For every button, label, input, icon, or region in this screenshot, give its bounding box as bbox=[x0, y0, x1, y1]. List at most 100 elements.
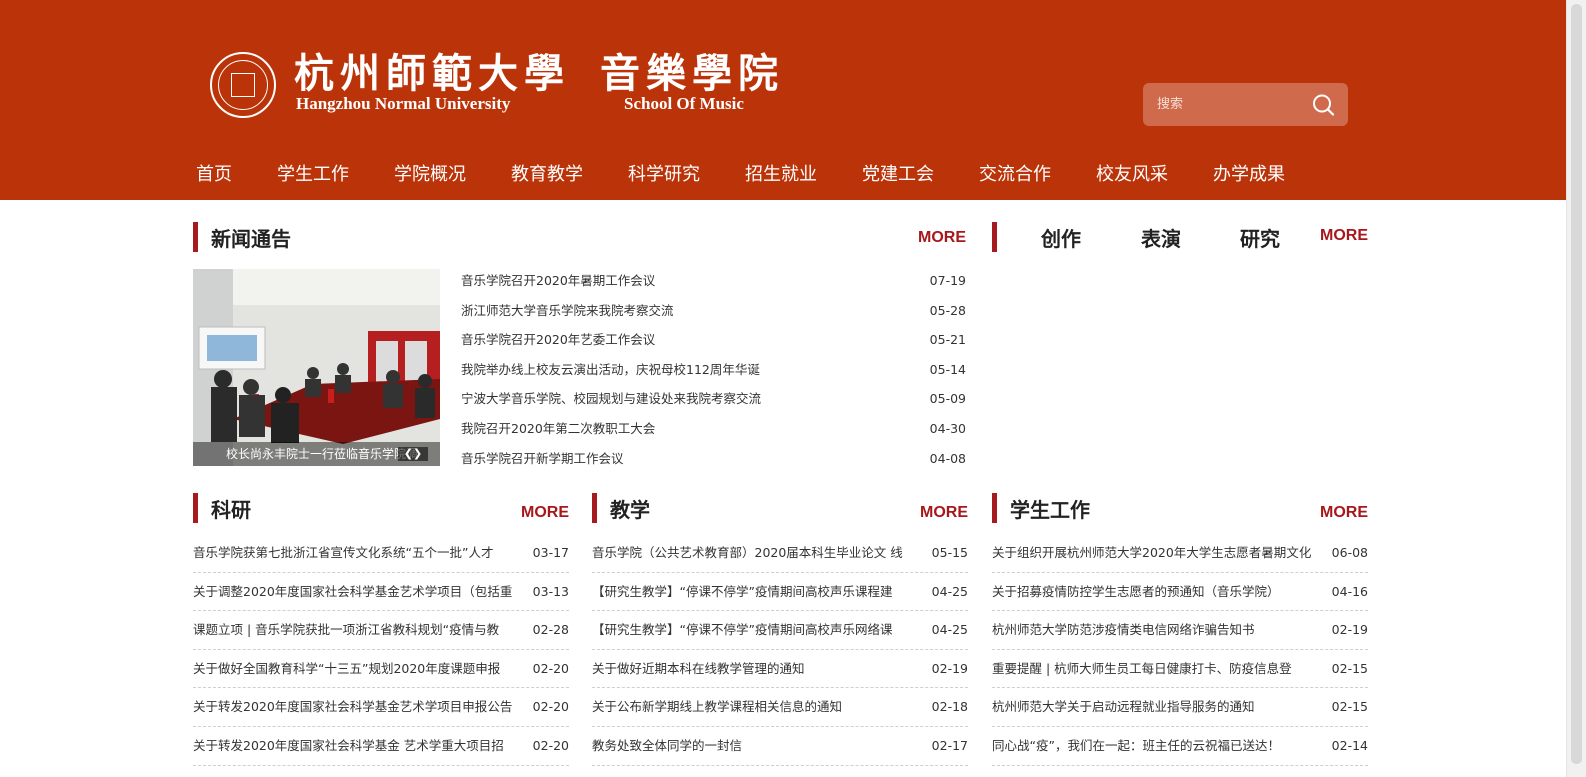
logo-school-en: School Of Music bbox=[624, 94, 744, 113]
student-work-item-date: 04-16 bbox=[1331, 583, 1368, 599]
list-item[interactable]: 音乐学院获第七批浙江省宣传文化系统“五个一批”人才 03-17 bbox=[193, 534, 569, 573]
section-marker bbox=[992, 222, 997, 252]
student-work-item-date: 02-14 bbox=[1331, 737, 1368, 753]
tab-performance[interactable]: 表演 bbox=[1141, 223, 1181, 252]
teaching-more-link[interactable]: MORE bbox=[920, 504, 968, 522]
page-scrollbar[interactable] bbox=[1566, 0, 1586, 777]
list-item[interactable]: 关于做好近期本科在线教学管理的通知 02-19 bbox=[592, 650, 968, 689]
site-header: 杭州師範大學 音樂學院 Hangzhou Normal University S… bbox=[0, 0, 1566, 200]
tab-research[interactable]: 研究 bbox=[1240, 223, 1280, 252]
teaching-item-title: 【研究生教学】“停课不停学”疫情期间高校声乐课程建 bbox=[592, 583, 893, 599]
nav-research[interactable]: 科学研究 bbox=[628, 160, 700, 192]
slider-arrows[interactable]: ❮❯ bbox=[398, 447, 428, 461]
search-box bbox=[1143, 83, 1348, 126]
research-item-date: 03-17 bbox=[532, 545, 569, 560]
logo-university-en: Hangzhou Normal University bbox=[296, 94, 511, 113]
nav-achievements[interactable]: 办学成果 bbox=[1213, 160, 1285, 192]
list-item[interactable]: 关于招募疫情防控学生志愿者的预通知（音乐学院） 04-16 bbox=[992, 573, 1368, 612]
list-item[interactable]: 教务处致全体同学的一封信 02-17 bbox=[592, 727, 968, 766]
list-item[interactable]: 关于做好全国教育科学“十三五”规划2020年度课题申报 02-20 bbox=[193, 650, 569, 689]
section-marker bbox=[193, 493, 198, 523]
list-item[interactable]: 音乐学院召开2020年暑期工作会议 07-19 bbox=[461, 266, 966, 296]
news-item-title: 我院举办线上校友云演出活动，庆祝母校112周年华诞 bbox=[461, 361, 760, 377]
research-item-title: 音乐学院获第七批浙江省宣传文化系统“五个一批”人才 bbox=[193, 545, 494, 560]
student-work-list: 关于组织开展杭州师范大学2020年大学生志愿者暑期文化 06-08 关于招募疫情防… bbox=[992, 534, 1368, 766]
search-button[interactable] bbox=[1311, 93, 1337, 117]
list-item[interactable]: 同心战“疫”，我们在一起：班主任的云祝福已送达！ 02-14 bbox=[992, 727, 1368, 766]
teaching-item-date: 02-18 bbox=[931, 699, 968, 715]
news-section-header: 新闻通告 MORE bbox=[193, 220, 966, 252]
teaching-list: 音乐学院（公共艺术教育部）2020届本科生毕业论文 线 05-15 【研究生教学】… bbox=[592, 534, 968, 766]
nav-home[interactable]: 首页 bbox=[196, 160, 232, 192]
list-item[interactable]: 【研究生教学】“停课不停学”疫情期间高校声乐网络课 04-25 bbox=[592, 611, 968, 650]
student-work-more-link[interactable]: MORE bbox=[1320, 504, 1368, 522]
list-item[interactable]: 音乐学院召开新学期工作会议 04-08 bbox=[461, 444, 966, 474]
list-item[interactable]: 杭州师范大学关于启动远程就业指导服务的通知 02-15 bbox=[992, 688, 1368, 727]
list-item[interactable]: 关于调整2020年度国家社会科学基金艺术学项目（包括重 03-13 bbox=[193, 573, 569, 612]
search-input[interactable] bbox=[1157, 93, 1307, 115]
news-item-title: 浙江师范大学音乐学院来我院考察交流 bbox=[461, 302, 674, 318]
research-item-title: 关于调整2020年度国家社会科学基金艺术学项目（包括重 bbox=[193, 583, 513, 599]
news-item-title: 我院召开2020年第二次教职工大会 bbox=[461, 420, 656, 436]
site-logo[interactable]: 杭州師範大學 音樂學院 Hangzhou Normal University S… bbox=[210, 50, 810, 118]
research-section-header: 科研 MORE bbox=[193, 491, 569, 523]
logo-school-cn: 音樂學院 bbox=[600, 50, 784, 97]
teaching-item-title: 关于公布新学期线上教学课程相关信息的通知 bbox=[592, 699, 843, 715]
list-item[interactable]: 我院举办线上校友云演出活动，庆祝母校112周年华诞 05-14 bbox=[461, 355, 966, 385]
list-item[interactable]: 【研究生教学】“停课不停学”疫情期间高校声乐课程建 04-25 bbox=[592, 573, 968, 612]
tab-creation[interactable]: 创作 bbox=[1041, 223, 1081, 252]
news-photo-slider[interactable]: 校长尚永丰院士一行莅临音乐学院调 ❮❯ bbox=[193, 269, 440, 466]
list-item[interactable]: 宁波大学音乐学院、校园规划与建设处来我院考察交流 05-09 bbox=[461, 384, 966, 414]
nav-party[interactable]: 党建工会 bbox=[862, 160, 934, 192]
research-item-date: 02-28 bbox=[532, 622, 569, 638]
news-item-date: 07-19 bbox=[929, 273, 966, 288]
teaching-item-date: 02-17 bbox=[931, 737, 968, 753]
news-item-title: 宁波大学音乐学院、校园规划与建设处来我院考察交流 bbox=[461, 391, 762, 407]
research-item-date: 03-13 bbox=[532, 583, 569, 599]
student-work-item-date: 02-15 bbox=[1331, 660, 1368, 676]
student-work-item-title: 关于组织开展杭州师范大学2020年大学生志愿者暑期文化 bbox=[992, 545, 1312, 560]
research-item-title: 关于转发2020年度国家社会科学基金艺术学项目申报公告 bbox=[193, 699, 513, 715]
scrollbar-thumb[interactable] bbox=[1571, 4, 1582, 764]
list-item[interactable]: 重要提醒 | 杭师大师生员工每日健康打卡、防疫信息登 02-15 bbox=[992, 650, 1368, 689]
section-marker bbox=[992, 493, 997, 523]
works-more-link[interactable]: MORE bbox=[1320, 227, 1368, 245]
nav-education[interactable]: 教育教学 bbox=[511, 160, 583, 192]
research-item-date: 02-20 bbox=[532, 699, 569, 715]
news-item-date: 04-30 bbox=[929, 420, 966, 436]
nav-alumni[interactable]: 校友风采 bbox=[1096, 160, 1168, 192]
news-more-link[interactable]: MORE bbox=[918, 229, 966, 247]
list-item[interactable]: 关于转发2020年度国家社会科学基金 艺术学重大项目招 02-20 bbox=[193, 727, 569, 766]
list-item[interactable]: 杭州师范大学防范涉疫情类电信网络诈骗告知书 02-19 bbox=[992, 611, 1368, 650]
section-marker bbox=[592, 493, 597, 523]
research-title: 科研 bbox=[211, 498, 251, 522]
news-list: 音乐学院召开2020年暑期工作会议 07-19 浙江师范大学音乐学院来我院考察交流… bbox=[461, 266, 966, 473]
nav-student-work[interactable]: 学生工作 bbox=[277, 160, 349, 192]
list-item[interactable]: 音乐学院召开2020年艺委工作会议 05-21 bbox=[461, 325, 966, 355]
nav-exchange[interactable]: 交流合作 bbox=[979, 160, 1051, 192]
main-nav: 首页 学生工作 学院概况 教育教学 科学研究 招生就业 党建工会 交流合作 校友… bbox=[176, 160, 1310, 192]
list-item[interactable]: 我院召开2020年第二次教职工大会 04-30 bbox=[461, 414, 966, 444]
student-work-item-title: 杭州师范大学关于启动远程就业指导服务的通知 bbox=[992, 699, 1255, 715]
list-item[interactable]: 浙江师范大学音乐学院来我院考察交流 05-28 bbox=[461, 296, 966, 326]
list-item[interactable]: 课题立项 | 音乐学院获批一项浙江省教科规划“疫情与教 02-28 bbox=[193, 611, 569, 650]
list-item[interactable]: 关于公布新学期线上教学课程相关信息的通知 02-18 bbox=[592, 688, 968, 727]
student-work-item-date: 02-15 bbox=[1331, 699, 1368, 715]
list-item[interactable]: 关于组织开展杭州师范大学2020年大学生志愿者暑期文化 06-08 bbox=[992, 534, 1368, 573]
student-work-item-title: 重要提醒 | 杭师大师生员工每日健康打卡、防疫信息登 bbox=[992, 660, 1292, 676]
section-marker bbox=[193, 222, 198, 252]
logo-university-cn: 杭州師範大學 bbox=[294, 50, 570, 97]
list-item[interactable]: 关于转发2020年度国家社会科学基金艺术学项目申报公告 02-20 bbox=[193, 688, 569, 727]
student-work-item-title: 同心战“疫”，我们在一起：班主任的云祝福已送达！ bbox=[992, 737, 1280, 753]
teaching-title: 教学 bbox=[610, 498, 650, 522]
student-work-item-title: 杭州师范大学防范涉疫情类电信网络诈骗告知书 bbox=[992, 622, 1255, 638]
news-item-date: 05-14 bbox=[929, 361, 966, 377]
works-section-header: 创作 表演 研究 MORE bbox=[992, 220, 1368, 252]
research-more-link[interactable]: MORE bbox=[521, 504, 569, 522]
list-item[interactable]: 音乐学院（公共艺术教育部）2020届本科生毕业论文 线 05-15 bbox=[592, 534, 968, 573]
teaching-item-title: 关于做好近期本科在线教学管理的通知 bbox=[592, 660, 805, 676]
teaching-section-header: 教学 MORE bbox=[592, 491, 968, 523]
nav-about[interactable]: 学院概况 bbox=[394, 160, 466, 192]
nav-admissions[interactable]: 招生就业 bbox=[745, 160, 817, 192]
news-item-title: 音乐学院召开2020年暑期工作会议 bbox=[461, 273, 656, 288]
